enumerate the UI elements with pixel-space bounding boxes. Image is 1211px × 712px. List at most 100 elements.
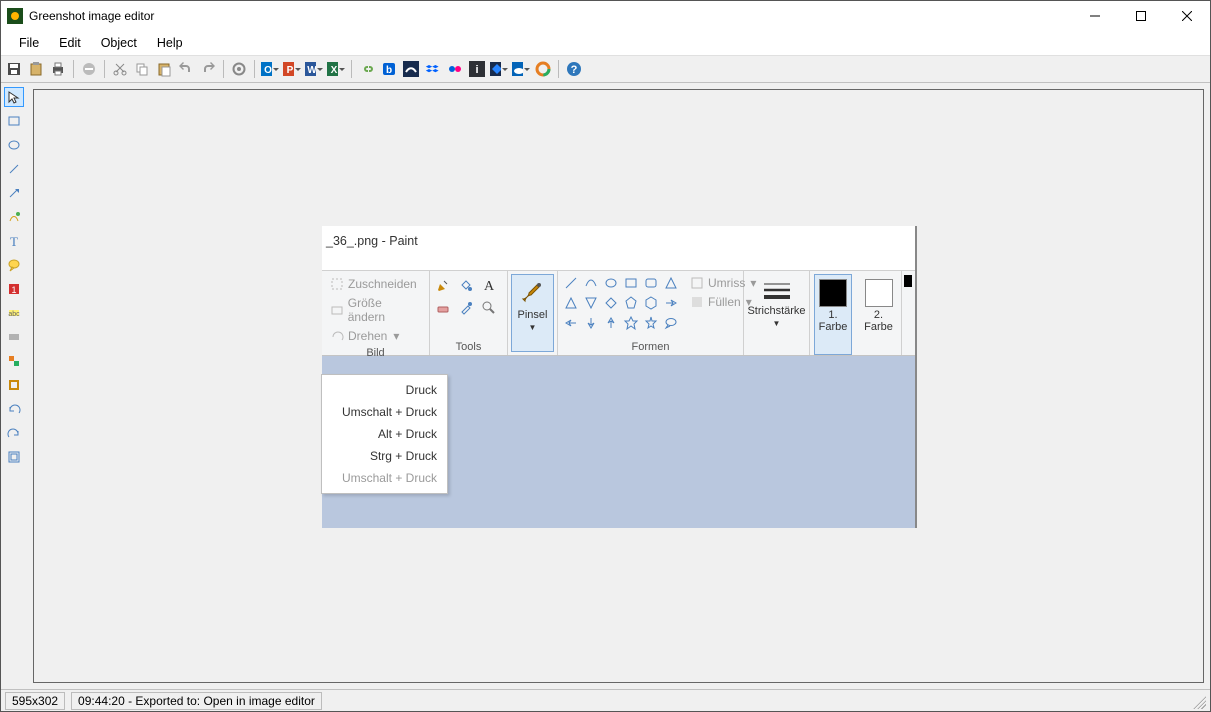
- picasa-icon[interactable]: [534, 60, 552, 78]
- effects-tool[interactable]: [4, 351, 24, 371]
- status-message: 09:44:20 - Exported to: Open in image ed…: [71, 692, 322, 710]
- highlight-tool[interactable]: abc: [4, 303, 24, 323]
- shape-gallery[interactable]: [562, 274, 680, 332]
- fill-icon[interactable]: [457, 276, 475, 294]
- paste-icon[interactable]: [155, 60, 173, 78]
- resize-button[interactable]: Größe ändern: [326, 294, 425, 326]
- svg-text:A: A: [484, 279, 495, 293]
- cut-icon[interactable]: [111, 60, 129, 78]
- resize-tool[interactable]: [4, 447, 24, 467]
- svg-text:i: i: [475, 64, 478, 76]
- redo-icon[interactable]: [199, 60, 217, 78]
- outlook-icon[interactable]: O: [261, 60, 279, 78]
- separator: [351, 60, 352, 78]
- color2-button[interactable]: 2. Farbe: [860, 274, 897, 355]
- cursor-tool[interactable]: [4, 87, 24, 107]
- shortcut-item[interactable]: Umschalt + Druck: [322, 467, 447, 489]
- group-label-formen: Formen: [562, 339, 739, 355]
- jira-icon[interactable]: [490, 60, 508, 78]
- menu-object[interactable]: Object: [91, 33, 147, 53]
- undo-icon[interactable]: [177, 60, 195, 78]
- canvas-wrap: _36_.png - Paint Zuschneiden Größe änder…: [27, 83, 1210, 689]
- separator: [223, 60, 224, 78]
- group-label-tools: Tools: [434, 339, 503, 355]
- box-icon[interactable]: b: [380, 60, 398, 78]
- rotate2-tool[interactable]: [4, 423, 24, 443]
- save-icon[interactable]: [5, 60, 23, 78]
- rotate-button[interactable]: Drehen▾: [326, 327, 403, 345]
- shortcut-menu: Druck Umschalt + Druck Alt + Druck Strg …: [321, 374, 448, 494]
- imgur-icon[interactable]: i: [468, 60, 486, 78]
- menu-edit[interactable]: Edit: [49, 33, 91, 53]
- toolbox: T 1 abc: [1, 83, 27, 689]
- svg-text:T: T: [10, 234, 18, 248]
- window-title: Greenshot image editor: [29, 9, 154, 23]
- menu-file[interactable]: File: [9, 33, 49, 53]
- link-icon[interactable]: [358, 60, 376, 78]
- shortcut-item[interactable]: Umschalt + Druck: [322, 401, 447, 423]
- svg-text:W: W: [307, 65, 316, 76]
- stroke-width-button[interactable]: Strichstärke ▼: [748, 274, 805, 355]
- status-size: 595x302: [5, 692, 65, 710]
- separator: [73, 60, 74, 78]
- brush-button[interactable]: Pinsel ▼: [511, 274, 554, 352]
- app-logo-icon: [7, 8, 23, 24]
- rotate-tool[interactable]: [4, 399, 24, 419]
- speech-tool[interactable]: [4, 255, 24, 275]
- dropbox-icon[interactable]: [424, 60, 442, 78]
- word-icon[interactable]: W: [305, 60, 323, 78]
- menubar: File Edit Object Help: [1, 31, 1210, 55]
- rect-tool[interactable]: [4, 111, 24, 131]
- shortcut-item[interactable]: Strg + Druck: [322, 445, 447, 467]
- excel-icon[interactable]: X: [327, 60, 345, 78]
- clipboard-icon[interactable]: [27, 60, 45, 78]
- toolbar: O P W X b i ?: [1, 55, 1210, 83]
- main-area: T 1 abc _36_.png - Paint Zuschneiden Grö…: [1, 83, 1210, 689]
- crop-tool[interactable]: [4, 375, 24, 395]
- canvas[interactable]: _36_.png - Paint Zuschneiden Größe änder…: [33, 89, 1204, 683]
- eraser-icon[interactable]: [434, 299, 452, 317]
- resize-grip[interactable]: [1190, 693, 1206, 709]
- color1-button[interactable]: 1. Farbe: [814, 274, 852, 355]
- separator: [558, 60, 559, 78]
- svg-text:O: O: [264, 65, 272, 76]
- arrow-tool[interactable]: [4, 183, 24, 203]
- delete-icon[interactable]: [80, 60, 98, 78]
- onedrive-icon[interactable]: [512, 60, 530, 78]
- embedded-title: _36_.png - Paint: [322, 226, 915, 270]
- svg-text:X: X: [331, 65, 338, 76]
- text-icon[interactable]: A: [480, 276, 498, 294]
- statusbar: 595x302 09:44:20 - Exported to: Open in …: [1, 689, 1210, 711]
- separator: [254, 60, 255, 78]
- powerpoint-icon[interactable]: P: [283, 60, 301, 78]
- text-tool[interactable]: T: [4, 231, 24, 251]
- help-icon[interactable]: ?: [565, 60, 583, 78]
- svg-text:P: P: [287, 65, 294, 76]
- svg-text:?: ?: [571, 64, 578, 76]
- flickr-icon[interactable]: [446, 60, 464, 78]
- pencil-icon[interactable]: [434, 276, 452, 294]
- menu-help[interactable]: Help: [147, 33, 193, 53]
- confluence-icon[interactable]: [402, 60, 420, 78]
- titlebar: Greenshot image editor: [1, 1, 1210, 31]
- line-tool[interactable]: [4, 159, 24, 179]
- close-button[interactable]: [1164, 1, 1210, 31]
- cut-button[interactable]: Zuschneiden: [326, 275, 421, 293]
- svg-text:abc: abc: [8, 311, 20, 318]
- paint-ribbon: Zuschneiden Größe ändern Drehen▾ Bild A: [322, 270, 915, 356]
- settings-icon[interactable]: [230, 60, 248, 78]
- ellipse-tool[interactable]: [4, 135, 24, 155]
- svg-text:b: b: [386, 65, 392, 76]
- blur-tool[interactable]: [4, 327, 24, 347]
- zoom-icon[interactable]: [480, 299, 498, 317]
- picker-icon[interactable]: [457, 299, 475, 317]
- counter-tool[interactable]: 1: [4, 279, 24, 299]
- maximize-button[interactable]: [1118, 1, 1164, 31]
- copy-icon[interactable]: [133, 60, 151, 78]
- print-icon[interactable]: [49, 60, 67, 78]
- svg-text:1: 1: [11, 285, 16, 295]
- shortcut-item[interactable]: Druck: [322, 379, 447, 401]
- minimize-button[interactable]: [1072, 1, 1118, 31]
- freehand-tool[interactable]: [4, 207, 24, 227]
- shortcut-item[interactable]: Alt + Druck: [322, 423, 447, 445]
